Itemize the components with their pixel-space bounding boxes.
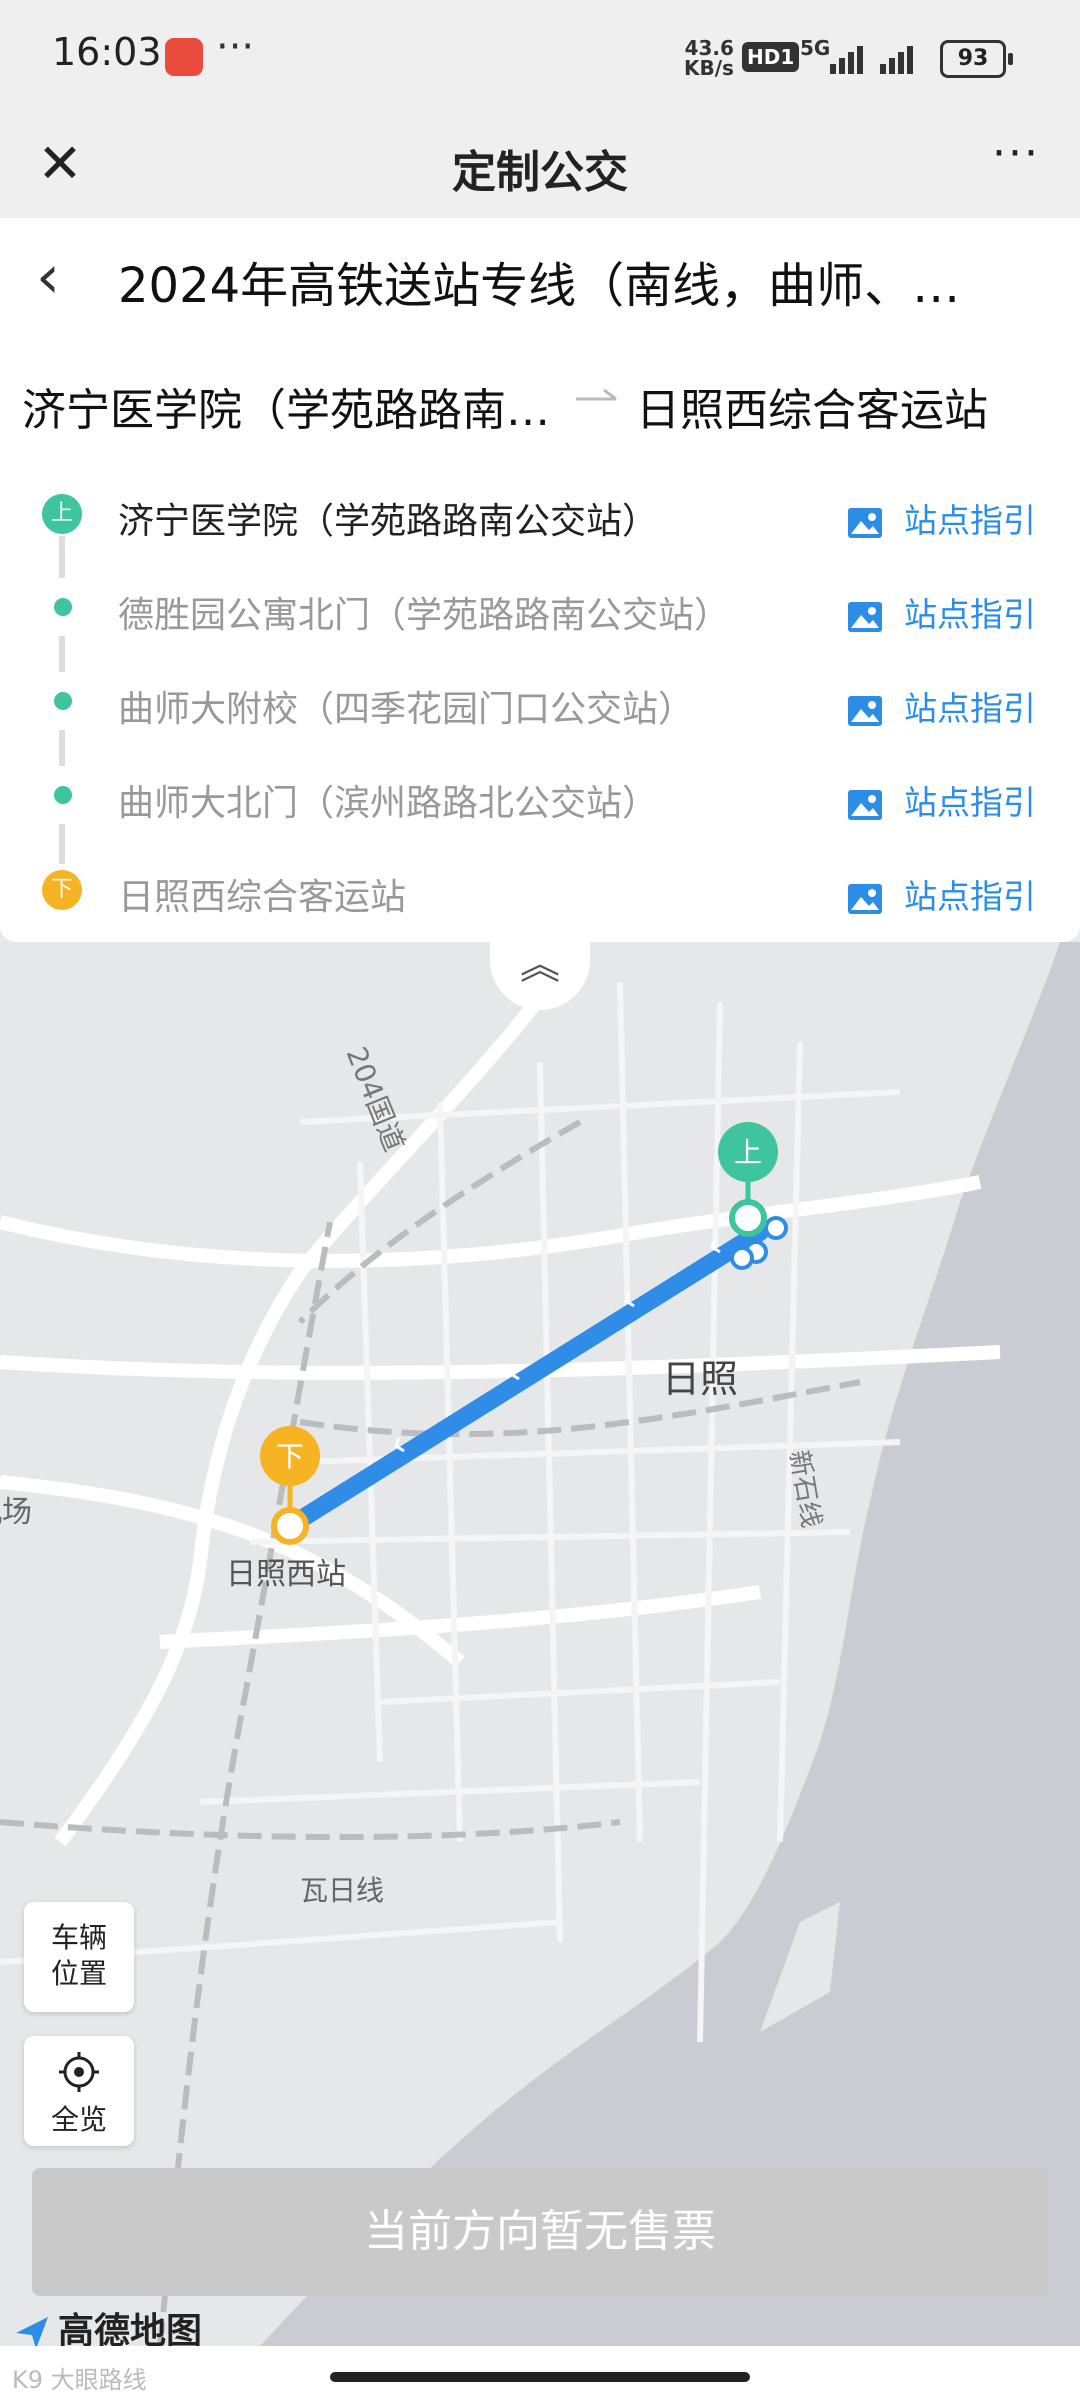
station-label: 日照西站	[226, 1557, 346, 1592]
home-indicator[interactable]	[330, 2372, 750, 2382]
route-name: 2024年高铁送站专线（南线，曲师、…	[118, 258, 961, 314]
watermark: K9 大眼路线	[12, 2366, 147, 2394]
map-view[interactable]: 上 下 日照 日照西站 204国道 新石线 瓦日线 机场	[0, 942, 1080, 2346]
status-more-icon: ···	[216, 24, 255, 70]
image-icon	[848, 601, 882, 632]
stop-name: 曲师大北门（滨州路路北公交站）	[118, 783, 659, 824]
stop-item[interactable]: 下 日照西综合客运站 站点指引	[0, 842, 1080, 936]
stop-name: 德胜园公寓北门（学苑路路南公交站）	[118, 595, 731, 636]
back-chevron-icon[interactable]: ‹	[36, 242, 60, 312]
route-endpoints: 济宁医学院（学苑路路南… 日照西综合客运站	[0, 336, 1080, 467]
vehicle-position-button[interactable]: 车辆 位置	[24, 1902, 134, 2012]
stop-guide-link[interactable]: 站点指引	[848, 588, 1036, 636]
stop-dot	[54, 786, 72, 804]
destination-stop: 日照西综合客运站	[636, 385, 988, 436]
status-time: 16:03	[52, 30, 162, 74]
signal-icon	[830, 46, 913, 74]
vehicle-position-label-2: 位置	[50, 1957, 107, 1990]
image-icon	[848, 789, 882, 820]
highway-label: 204国道	[340, 1042, 412, 1156]
overview-button[interactable]: 全览	[24, 2036, 134, 2146]
network-type: 5G	[800, 36, 831, 60]
page-title: 定制公交	[452, 147, 628, 198]
board-marker-label: 上	[734, 1136, 762, 1169]
stop-guide-link[interactable]: 站点指引	[848, 682, 1036, 730]
net-speed: 43.6 KB/s	[684, 38, 734, 78]
stop-guide-link[interactable]: 站点指引	[848, 494, 1036, 542]
overview-label: 全览	[50, 2103, 107, 2136]
status-bar: 16:03 ··· 43.6 KB/s HD1 5G 93	[0, 0, 1080, 110]
stop-list: 上 济宁医学院（学苑路路南公交站） 站点指引 德胜园公寓北门（学苑路路南公交站）…	[0, 466, 1080, 942]
app-notification-icon	[165, 38, 203, 76]
ticket-status-button[interactable]: 当前方向暂无售票	[32, 2168, 1048, 2296]
vehicle-position-label-1: 车辆	[50, 1921, 107, 1954]
origin-stop: 济宁医学院（学苑路路南…	[22, 385, 550, 436]
battery-icon: 93	[940, 40, 1013, 78]
net-speed-value: 43.6	[684, 36, 734, 60]
image-icon	[848, 695, 882, 726]
arrow-right-icon	[576, 388, 617, 401]
alight-marker-label: 下	[276, 1440, 304, 1473]
stop-item[interactable]: 曲师大北门（滨州路路北公交站） 站点指引	[0, 748, 1080, 842]
stop-guide-label: 站点指引	[904, 595, 1036, 634]
airport-label: 机场	[0, 1495, 32, 1530]
stop-dot	[54, 692, 72, 710]
stop-guide-label: 站点指引	[904, 689, 1036, 728]
stop-guide-label: 站点指引	[904, 783, 1036, 822]
stop-dot	[54, 598, 72, 616]
chevron-up-icon: ︽	[520, 942, 560, 988]
stop-item[interactable]: 德胜园公寓北门（学苑路路南公交站） 站点指引	[0, 560, 1080, 654]
net-speed-unit: KB/s	[684, 56, 734, 80]
stop-name: 济宁医学院（学苑路路南公交站）	[118, 501, 659, 542]
board-badge: 上	[42, 494, 82, 534]
board-stop-ring	[729, 1199, 767, 1237]
route-header: ‹ 2024年高铁送站专线（南线，曲师、…	[0, 218, 1080, 337]
image-icon	[848, 883, 882, 914]
stop-name: 曲师大附校（四季花园门口公交站）	[118, 689, 695, 730]
hd-badge: HD1	[742, 42, 800, 72]
rail-south-label: 瓦日线	[300, 1874, 384, 1907]
system-nav-bar: K9 大眼路线	[0, 2346, 1080, 2400]
stop-guide-label: 站点指引	[904, 877, 1036, 916]
stop-guide-link[interactable]: 站点指引	[848, 776, 1036, 824]
alight-badge: 下	[42, 870, 82, 910]
locate-target-icon	[59, 2052, 99, 2092]
stop-item[interactable]: 上 济宁医学院（学苑路路南公交站） 站点指引	[0, 466, 1080, 560]
map-canvas[interactable]: 上 下 日照 日照西站 204国道 新石线 瓦日线 机场	[0, 942, 1080, 2346]
title-bar: ✕ 定制公交 ···	[0, 110, 1080, 218]
more-menu-icon[interactable]: ···	[992, 128, 1040, 179]
city-label: 日照	[662, 1357, 738, 1401]
alight-stop-ring	[271, 1507, 309, 1545]
image-icon	[848, 507, 882, 538]
stop-item[interactable]: 曲师大附校（四季花园门口公交站） 站点指引	[0, 654, 1080, 748]
stop-name: 日照西综合客运站	[118, 877, 407, 918]
stop-guide-label: 站点指引	[904, 501, 1036, 540]
stop-guide-link[interactable]: 站点指引	[848, 870, 1036, 918]
